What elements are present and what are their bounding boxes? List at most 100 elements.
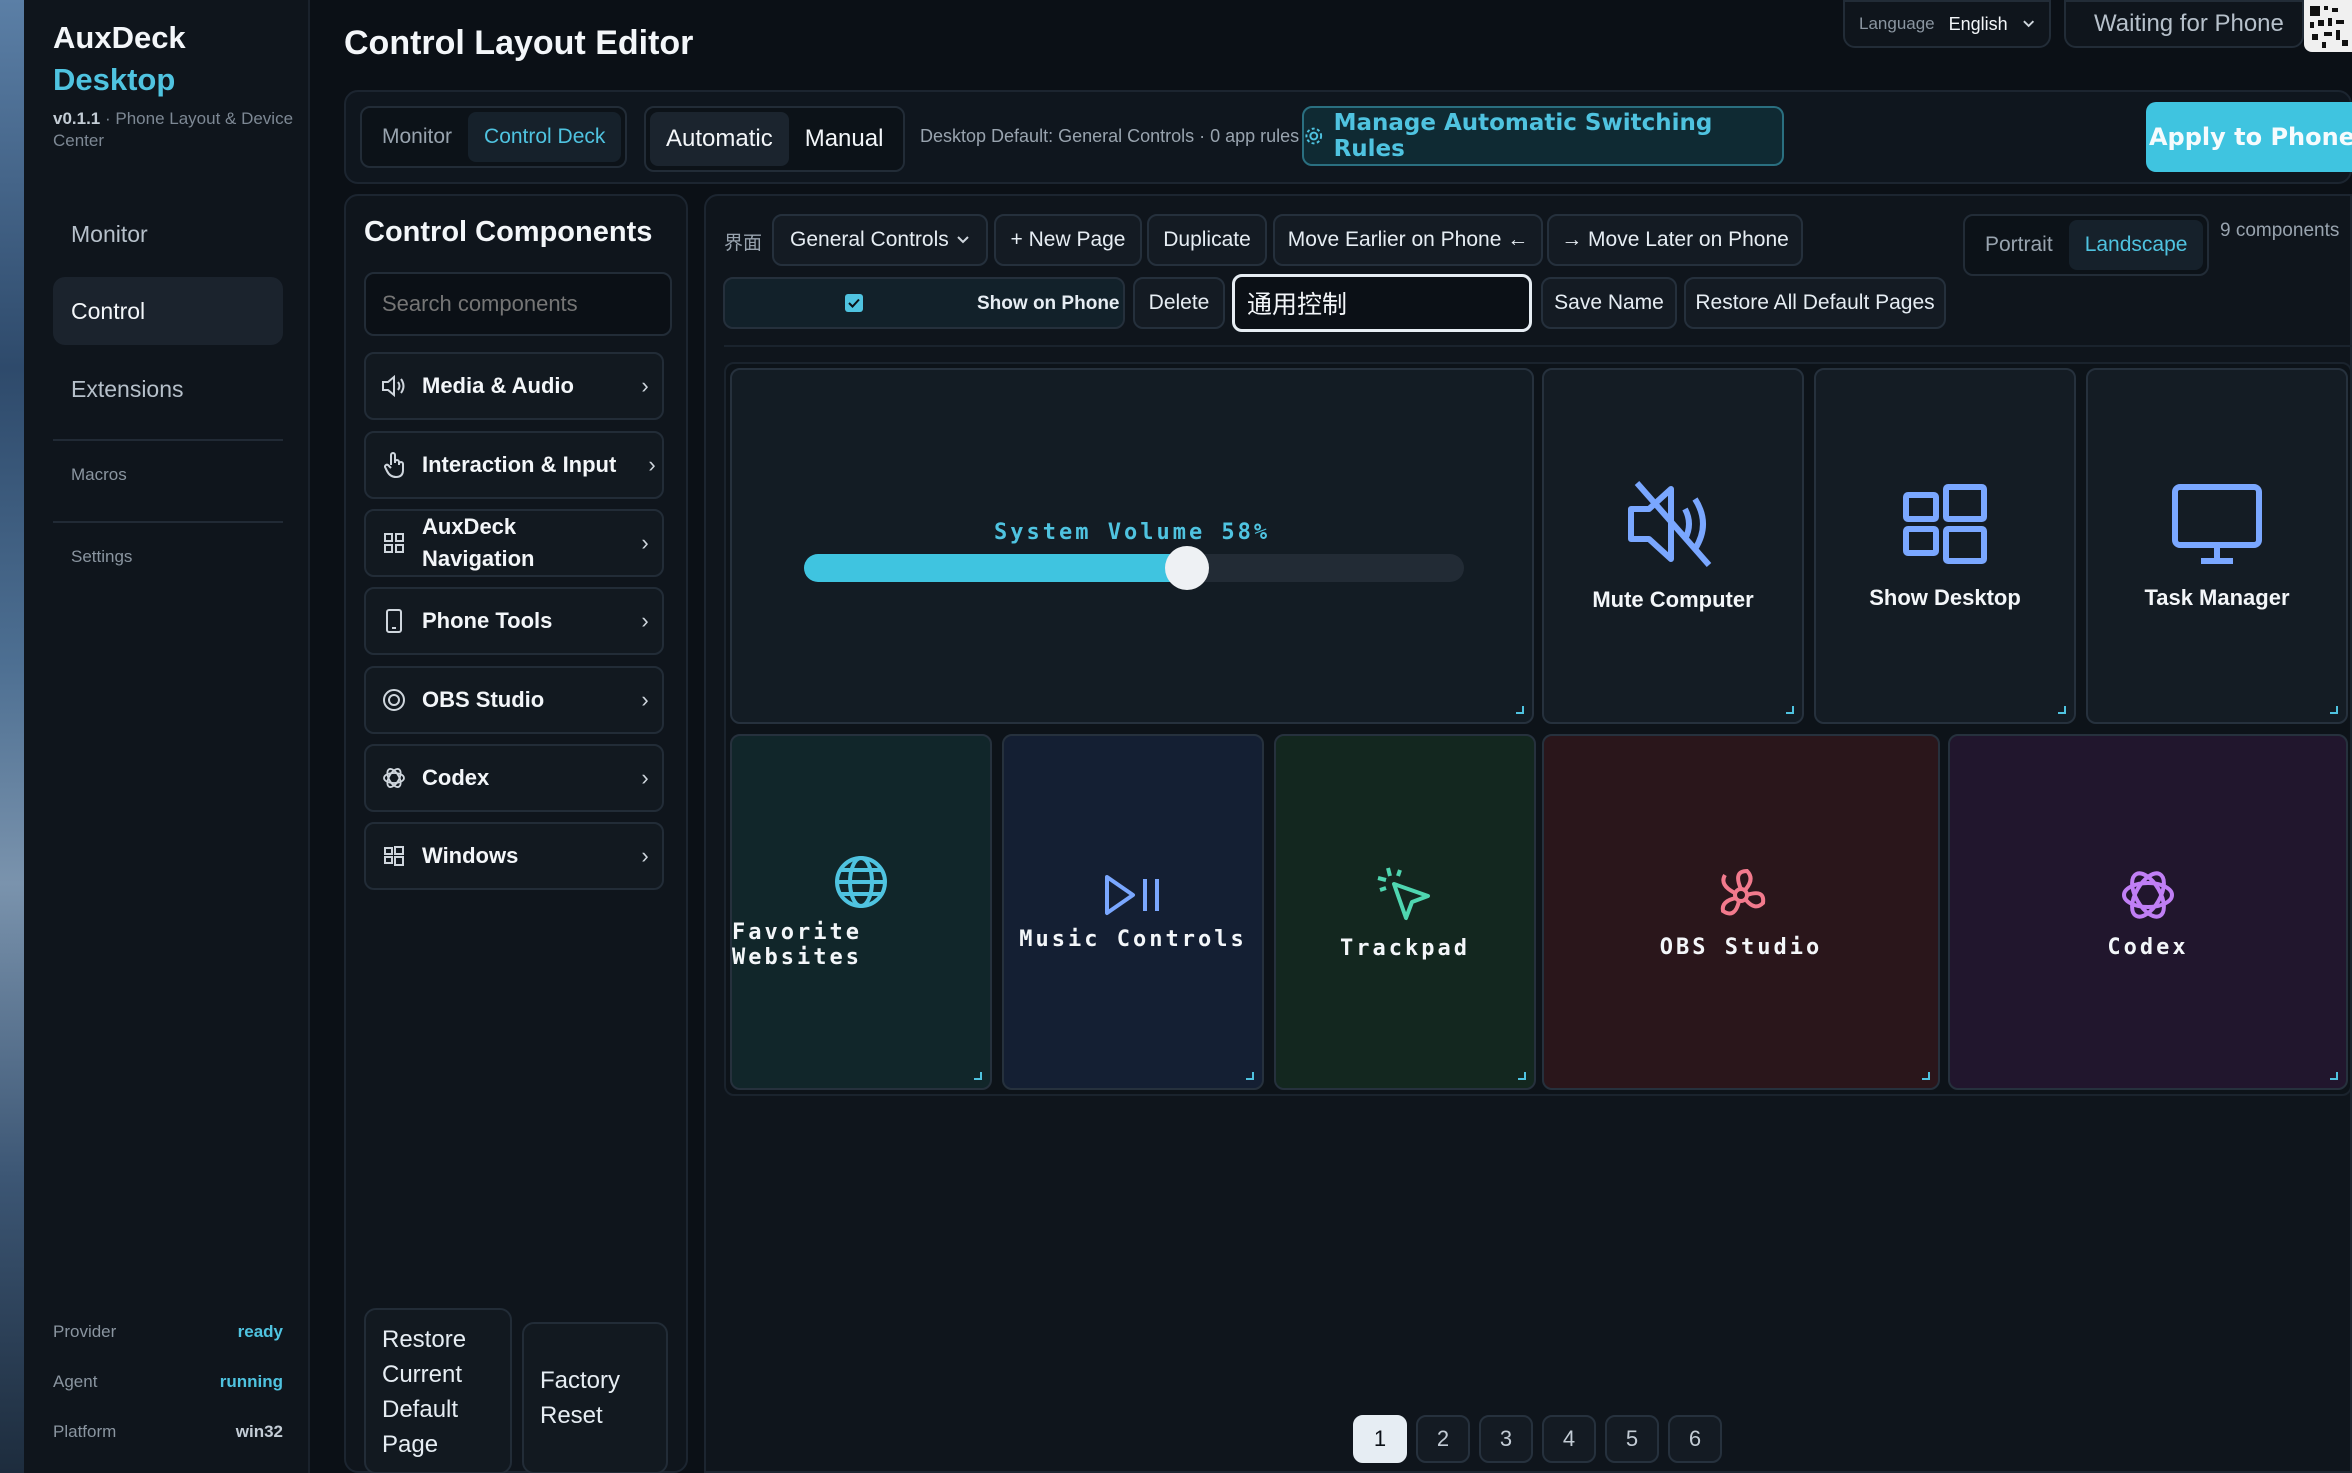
grid-icon: [366, 532, 422, 554]
language-selector[interactable]: Language English: [1843, 0, 2051, 48]
tile-music-controls[interactable]: Music Controls: [1002, 734, 1264, 1090]
apply-label: Apply to Phone: [2148, 123, 2352, 151]
page-button-2[interactable]: 2: [1416, 1415, 1470, 1463]
volume-slider-track[interactable]: [804, 546, 1464, 590]
gear-icon: [1305, 127, 1323, 145]
apply-to-phone-button[interactable]: Apply to Phone: [2146, 102, 2352, 172]
search-input[interactable]: [364, 272, 672, 336]
mode-automatic[interactable]: Automatic: [650, 112, 789, 166]
nav-item-control[interactable]: Control: [53, 277, 283, 345]
phone-icon: [366, 608, 422, 634]
category-windows[interactable]: Windows ›: [364, 822, 664, 890]
mode-bar: Monitor Control Deck Automatic Manual De…: [344, 90, 2352, 184]
divider: [724, 345, 2352, 347]
factory-reset-button[interactable]: Factory Reset: [522, 1322, 668, 1473]
nav-item-extensions[interactable]: Extensions: [53, 355, 283, 423]
page-title: Control Layout Editor: [344, 24, 694, 62]
category-phone-tools[interactable]: Phone Tools ›: [364, 587, 664, 655]
tile-label: Codex: [2107, 934, 2189, 960]
brand-product: Desktop: [53, 62, 176, 97]
chevron-down-icon: [2022, 20, 2034, 28]
language-label: Language: [1859, 14, 1935, 33]
page-select[interactable]: General Controls: [772, 214, 988, 266]
tile-show-desktop[interactable]: Show Desktop: [1814, 368, 2076, 724]
category-interaction-input[interactable]: Interaction & Input ›: [364, 431, 664, 499]
volume-slider-thumb[interactable]: [1165, 546, 1209, 590]
status-value: ready: [237, 1322, 283, 1341]
tile-mute-computer[interactable]: Mute Computer: [1542, 368, 1804, 724]
resize-handle[interactable]: [2330, 1072, 2338, 1080]
category-label: Media & Audio: [422, 373, 574, 398]
nav-item-monitor[interactable]: Monitor: [53, 200, 283, 268]
page-button-6[interactable]: 6: [1668, 1415, 1722, 1463]
obs-icon: [1720, 868, 1766, 915]
show-on-phone-toggle[interactable]: Show on Phone: [723, 277, 1125, 329]
page-name-input[interactable]: [1232, 274, 1532, 332]
resize-handle[interactable]: [2330, 706, 2338, 714]
switch-mode-group: Automatic Manual: [644, 106, 906, 172]
resize-handle[interactable]: [2058, 706, 2066, 714]
tile-label: Favorite Websites: [732, 920, 862, 970]
status-provider: Provider ready: [53, 1322, 283, 1342]
globe-icon: [835, 856, 887, 908]
category-codex[interactable]: Codex ›: [364, 744, 664, 812]
resize-handle[interactable]: [1518, 1072, 1526, 1080]
category-obs-studio[interactable]: OBS Studio ›: [364, 666, 664, 734]
tile-trackpad[interactable]: Trackpad: [1274, 734, 1536, 1090]
category-auxdeck-navigation[interactable]: AuxDeck Navigation ›: [364, 509, 664, 577]
delete-button[interactable]: Delete: [1133, 277, 1225, 329]
qr-code-icon[interactable]: [2304, 0, 2352, 52]
new-page-button[interactable]: + New Page: [994, 214, 1142, 266]
checkbox-checked-icon[interactable]: [845, 294, 863, 312]
tile-codex[interactable]: Codex: [1948, 734, 2348, 1090]
volume-slider-fill: [804, 554, 1187, 582]
speaker-muted-icon: [1628, 481, 1712, 567]
mode-manual[interactable]: Manual: [789, 112, 900, 166]
restore-all-defaults-button[interactable]: Restore All Default Pages: [1684, 277, 1946, 329]
tile-label: Mute Computer: [1592, 587, 1754, 612]
resize-handle[interactable]: [1516, 706, 1524, 714]
obs-icon: [366, 688, 422, 712]
status-agent: Agent running: [53, 1372, 283, 1392]
manage-rules-label: Manage Automatic Switching Rules: [1333, 110, 1713, 162]
windows-icon: [366, 845, 422, 867]
windows-icon: [1903, 484, 1987, 564]
save-name-button[interactable]: Save Name: [1541, 277, 1677, 329]
nav-item-macros[interactable]: Macros: [71, 465, 127, 485]
page-button-5[interactable]: 5: [1605, 1415, 1659, 1463]
category-media-audio[interactable]: Media & Audio ›: [364, 352, 664, 420]
manage-rules-button[interactable]: Manage Automatic Switching Rules: [1302, 106, 1784, 166]
move-earlier-button[interactable]: Move Earlier on Phone ←: [1273, 214, 1543, 266]
move-later-button[interactable]: → Move Later on Phone: [1547, 214, 1803, 266]
resize-handle[interactable]: [1246, 1072, 1254, 1080]
divider: [53, 521, 283, 523]
nav-item-settings[interactable]: Settings: [71, 547, 132, 567]
resize-handle[interactable]: [974, 1072, 982, 1080]
tile-favorite-websites[interactable]: Favorite Websites: [730, 734, 992, 1090]
page-button-3[interactable]: 3: [1479, 1415, 1533, 1463]
chevron-right-icon: ›: [641, 530, 649, 555]
category-label: Phone Tools: [422, 608, 553, 633]
tab-control-deck[interactable]: Control Deck: [468, 112, 622, 162]
tile-label: Music Controls: [1019, 926, 1247, 952]
tile-label: Trackpad: [1340, 935, 1470, 961]
phone-status-text: Waiting for Phone: [2094, 10, 2284, 37]
orientation-portrait[interactable]: Portrait: [1969, 220, 2069, 270]
chevron-right-icon: ›: [641, 608, 649, 633]
tile-label: Task Manager: [2144, 585, 2290, 610]
resize-handle[interactable]: [1922, 1072, 1930, 1080]
speaker-icon: [366, 374, 422, 398]
chevron-right-icon: ›: [641, 373, 649, 398]
resize-handle[interactable]: [1786, 706, 1794, 714]
restore-current-default-button[interactable]: Restore Current Default Page: [364, 1308, 512, 1473]
orientation-landscape[interactable]: Landscape: [2068, 220, 2204, 270]
tile-system-volume[interactable]: System Volume 58%: [730, 368, 1534, 724]
page-button-1[interactable]: 1: [1353, 1415, 1407, 1463]
chevron-right-icon: ›: [648, 452, 656, 477]
tile-task-manager[interactable]: Task Manager: [2086, 368, 2348, 724]
page-button-4[interactable]: 4: [1542, 1415, 1596, 1463]
duplicate-button[interactable]: Duplicate: [1147, 214, 1267, 266]
tile-obs-studio[interactable]: OBS Studio: [1542, 734, 1940, 1090]
tab-monitor[interactable]: Monitor: [366, 112, 468, 162]
status-value: running: [219, 1372, 283, 1391]
